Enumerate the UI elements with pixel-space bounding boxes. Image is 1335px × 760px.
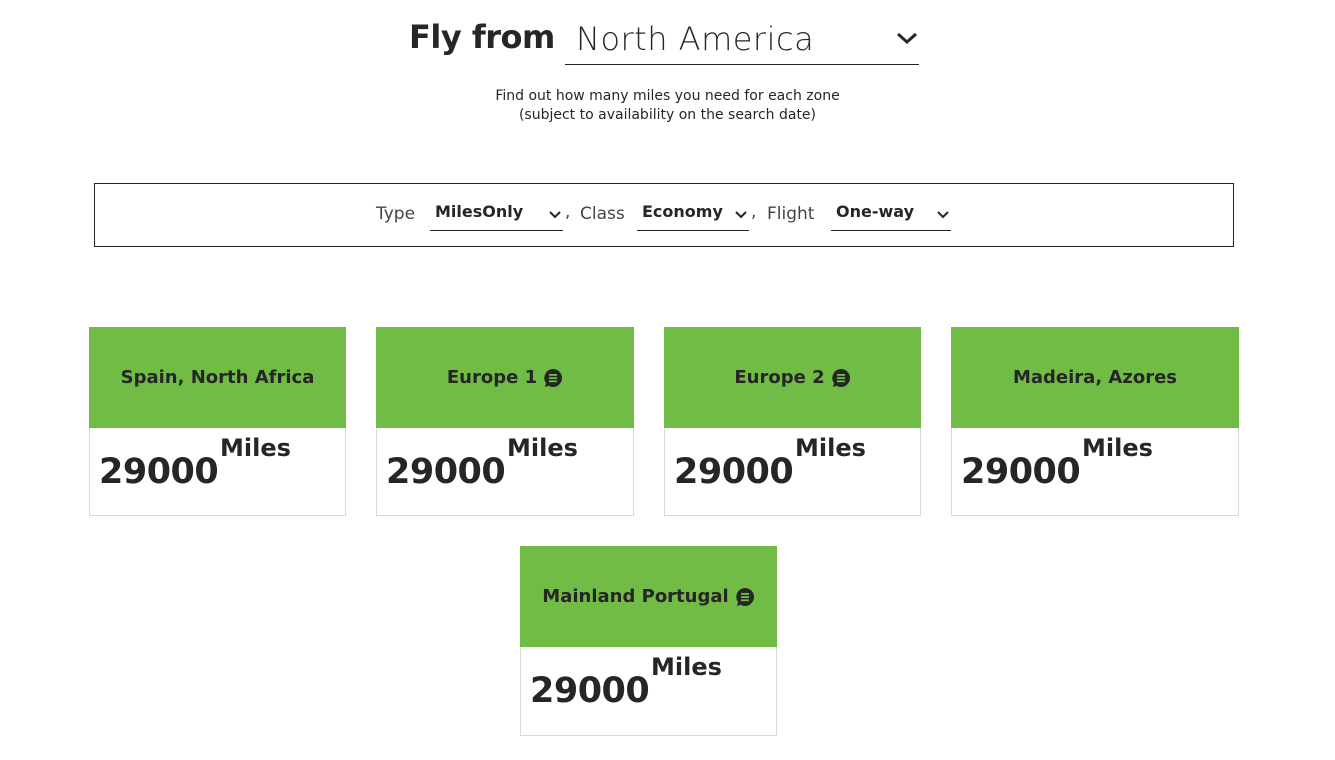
miles-unit: Miles: [795, 434, 866, 462]
filter-bar: Type MilesOnly , Class Economy , Flight …: [94, 183, 1234, 247]
zone-card: Mainland Portugal 29000 Miles: [520, 546, 777, 736]
info-chat-icon[interactable]: [543, 368, 563, 388]
info-chat-icon[interactable]: [831, 368, 851, 388]
miles-value: 29000: [530, 671, 650, 711]
zone-card-body: 29000 Miles: [377, 428, 633, 515]
separator: ,: [565, 202, 571, 222]
class-select[interactable]: Economy: [637, 199, 749, 231]
class-label: Class: [580, 204, 625, 224]
miles-value: 29000: [99, 452, 219, 492]
flight-select[interactable]: One-way: [831, 199, 951, 231]
class-selected-value: Economy: [642, 202, 723, 221]
zone-card-header: Europe 2: [664, 327, 921, 428]
separator: ,: [751, 202, 757, 222]
zone-card: Madeira, Azores 29000 Miles: [951, 327, 1239, 516]
type-select[interactable]: MilesOnly: [430, 199, 563, 231]
fly-from-label: Fly from: [409, 18, 555, 56]
zone-card-body: 29000 Miles: [952, 428, 1238, 515]
subtitle-line-1: Find out how many miles you need for eac…: [495, 88, 840, 104]
zone-name: Europe 2: [734, 367, 825, 388]
zone-card-body: 29000 Miles: [90, 428, 345, 515]
miles-value: 29000: [961, 452, 1081, 492]
chevron-down-icon: [937, 211, 949, 219]
miles-unit: Miles: [507, 434, 578, 462]
chevron-down-icon: [897, 32, 917, 45]
zone-name: Europe 1: [446, 367, 538, 388]
origin-region-select[interactable]: North America: [565, 14, 919, 65]
subtitle-line-2: (subject to availability on the search d…: [518, 107, 817, 123]
miles-value: 29000: [674, 452, 794, 492]
miles-unit: Miles: [651, 653, 722, 681]
zone-card-header: Madeira, Azores: [951, 327, 1239, 428]
page-header: Fly from North America Find out how many…: [0, 0, 1335, 140]
miles-unit: Miles: [1082, 434, 1153, 462]
zone-name: Spain, North Africa: [120, 367, 315, 388]
zone-name: Madeira, Azores: [1012, 367, 1178, 388]
zone-card: Europe 2 29000 Miles: [664, 327, 921, 516]
miles-unit: Miles: [220, 434, 291, 462]
origin-selected-value: North America: [576, 20, 815, 58]
chevron-down-icon: [549, 211, 561, 219]
zone-card-header: Mainland Portugal: [520, 546, 777, 647]
type-label: Type: [376, 204, 416, 224]
zone-card-body: 29000 Miles: [521, 647, 776, 735]
zone-card-header: Spain, North Africa: [89, 327, 346, 428]
type-selected-value: MilesOnly: [435, 202, 524, 221]
zone-name: Mainland Portugal: [542, 586, 729, 607]
subtitle: Find out how many miles you need for eac…: [0, 87, 1335, 125]
zone-card-body: 29000 Miles: [665, 428, 920, 515]
miles-value: 29000: [386, 452, 506, 492]
info-chat-icon[interactable]: [735, 587, 755, 607]
chevron-down-icon: [735, 211, 747, 219]
zone-card-header: Europe 1: [376, 327, 634, 428]
zone-card: Europe 1 29000 Miles: [376, 327, 634, 516]
flight-label: Flight: [767, 204, 815, 224]
zone-card: Spain, North Africa 29000 Miles: [89, 327, 346, 516]
flight-selected-value: One-way: [836, 202, 914, 221]
